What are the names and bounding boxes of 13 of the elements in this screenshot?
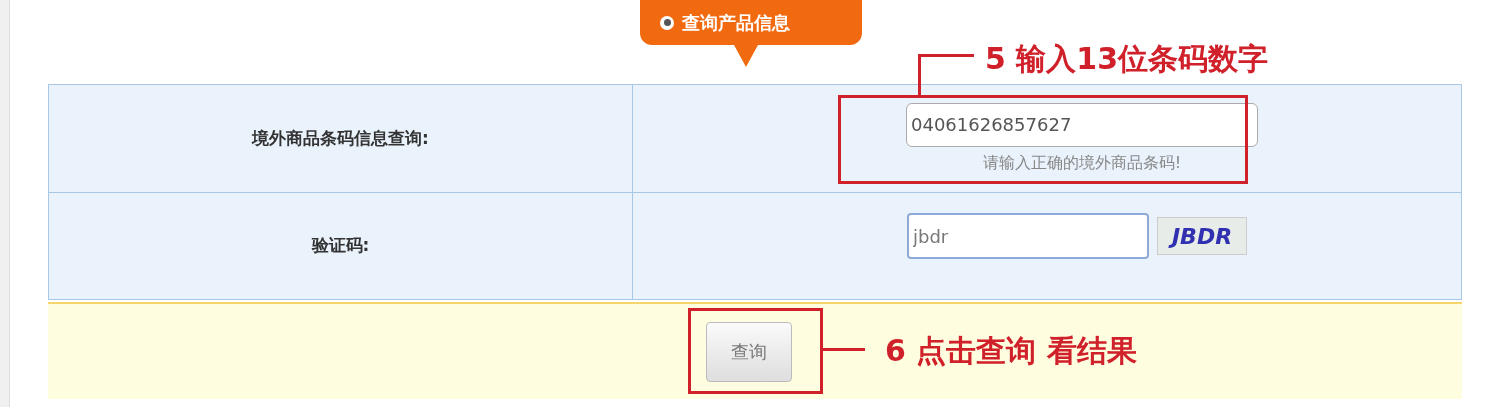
annotation-text: 6 点击查询 看结果 <box>885 332 1137 370</box>
query-button[interactable]: 查询 <box>706 321 792 382</box>
query-tab[interactable]: 查询产品信息 <box>640 0 862 45</box>
leader-line <box>918 54 974 96</box>
field-label: 境外商品条码信息查询: <box>252 126 429 150</box>
radio-icon <box>660 15 674 30</box>
captcha-image: JBDR <box>1157 217 1247 255</box>
annotation-text: 5 输入13位条码数字 <box>985 40 1269 78</box>
barcode-input[interactable]: 04061626857627 <box>906 102 1258 147</box>
captcha-input[interactable]: jbdr <box>907 213 1149 259</box>
field-label: 验证码: <box>311 234 370 258</box>
hint-text: 请输入正确的境外商品条码! <box>982 151 1182 174</box>
leader-line <box>823 348 865 351</box>
